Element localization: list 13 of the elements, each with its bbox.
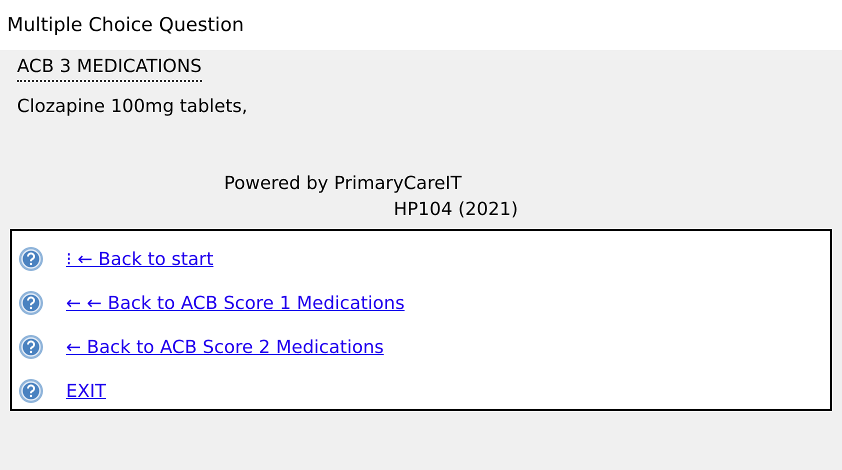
help-icon (18, 290, 44, 316)
help-icon (18, 246, 44, 272)
question-text: Clozapine 100mg tablets, (17, 96, 248, 117)
credit-text: Powered by PrimaryCareIT (224, 172, 462, 196)
heading: ACB 3 MEDICATIONS (17, 56, 202, 82)
option-link[interactable]: ← Back to ACB Score 2 Medications (66, 336, 384, 358)
help-icon (18, 378, 44, 404)
option-link[interactable]: ⁝ ← Back to start (66, 248, 214, 270)
version-text: HP104 (2021) (394, 198, 518, 222)
option-link[interactable]: ← ← Back to ACB Score 1 Medications (66, 292, 405, 314)
help-icon (18, 334, 44, 360)
window-title: Multiple Choice Question (7, 14, 244, 36)
option-link[interactable]: EXIT (66, 380, 106, 402)
